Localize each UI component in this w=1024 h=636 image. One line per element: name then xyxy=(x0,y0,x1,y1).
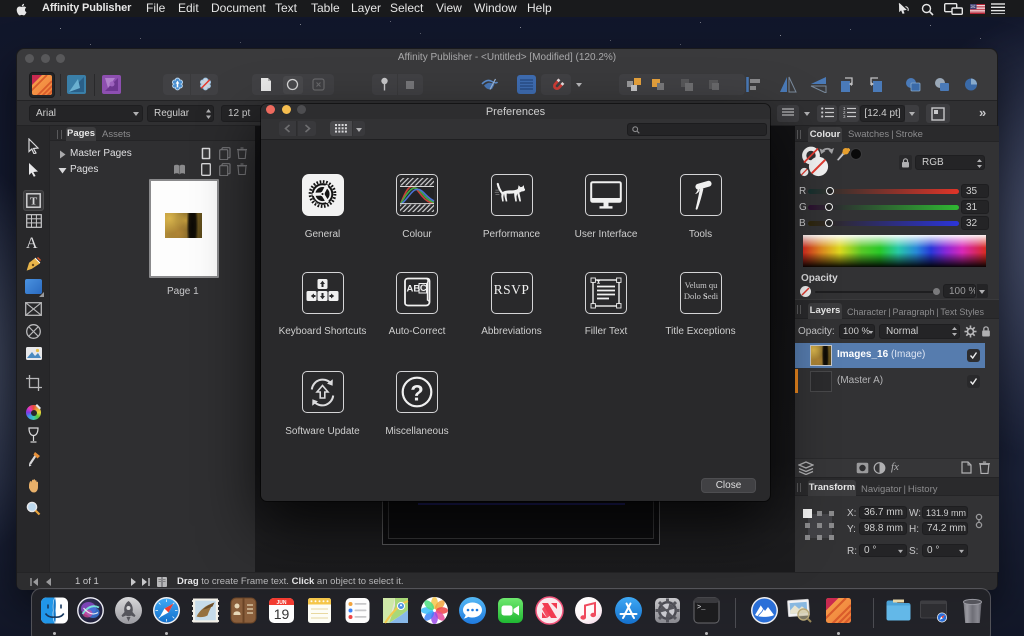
svg-text:JUN: JUN xyxy=(276,600,286,606)
svg-text:19: 19 xyxy=(274,606,290,622)
svg-text:>_: >_ xyxy=(697,604,706,612)
svg-text:C: C xyxy=(420,283,427,294)
svg-text:AB: AB xyxy=(407,284,421,295)
svg-text:T: T xyxy=(30,196,38,208)
svg-text:?: ? xyxy=(410,381,423,406)
svg-text:3: 3 xyxy=(843,114,846,119)
